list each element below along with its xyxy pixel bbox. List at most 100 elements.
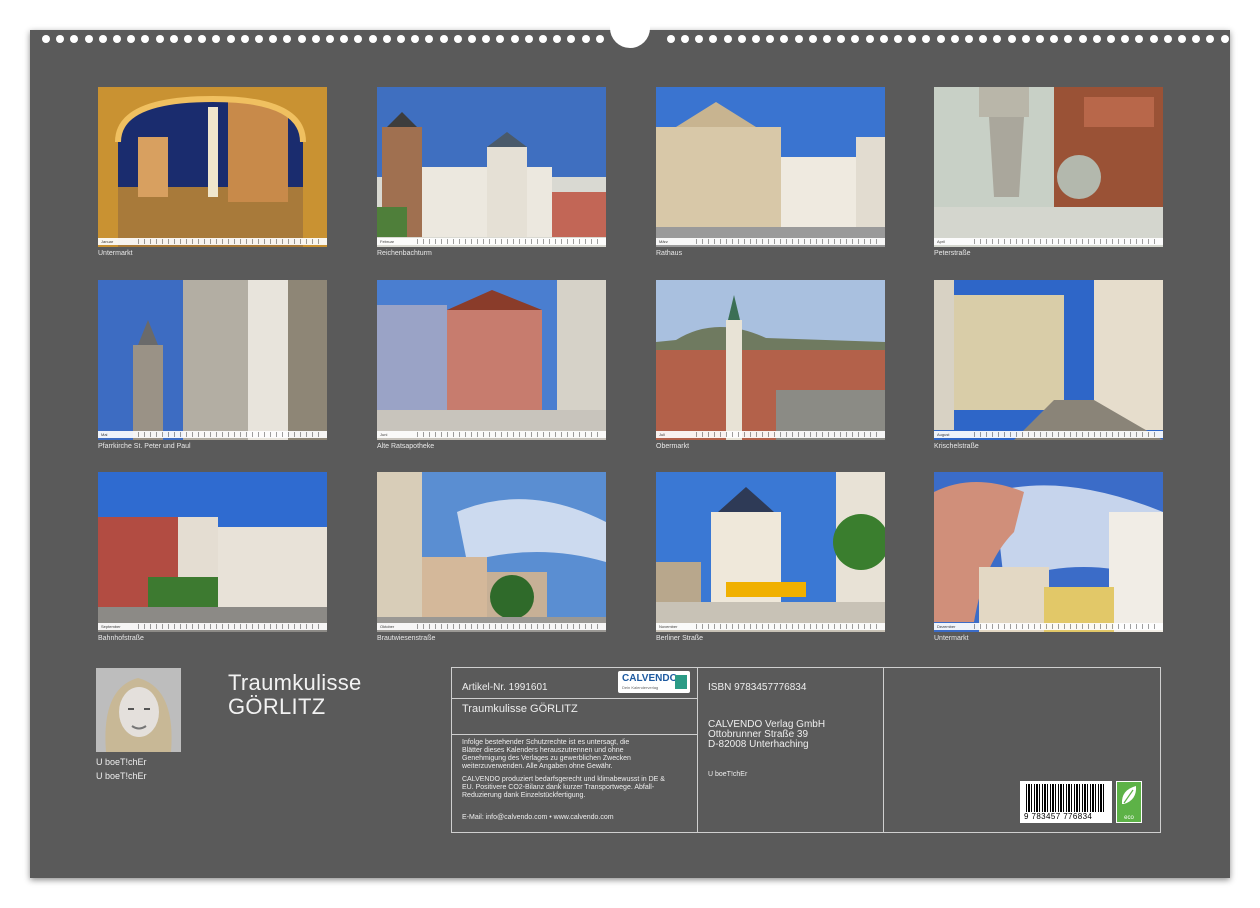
binding-hole	[1178, 35, 1186, 43]
binding-hole	[979, 35, 988, 43]
binding-hole	[354, 35, 363, 43]
binding-hole	[823, 35, 831, 43]
binding-hole	[595, 35, 604, 43]
binding-hole	[510, 35, 519, 43]
photo-pfarrkirche: Mai	[98, 280, 327, 440]
binding-hole	[184, 35, 192, 43]
binding-hole	[709, 35, 718, 43]
binding-hole	[1007, 35, 1016, 43]
binding-hole	[922, 35, 931, 43]
binding-hole	[908, 35, 917, 43]
photo-bahnhofstrasse: September	[98, 472, 327, 632]
binding-hole	[283, 35, 292, 43]
author-portrait	[96, 668, 181, 752]
binding-hole	[879, 35, 888, 43]
binding-hole	[155, 35, 164, 43]
photo-rathaus: März	[656, 87, 885, 247]
binding-hole	[567, 35, 576, 43]
binding-hole	[1078, 35, 1087, 43]
binding-hole	[894, 35, 902, 43]
binding-hole	[113, 35, 121, 43]
binding-hole	[666, 35, 675, 43]
binding-hole	[425, 35, 434, 43]
binding-hole	[397, 35, 405, 43]
publisher-address: CALVENDO Verlag GmbH Ottobrunner Straße …	[708, 719, 826, 750]
caption-pfarrkirche: Pfarrkirche St. Peter und Paul	[98, 443, 191, 450]
calendar-title: Traumkulisse	[228, 670, 362, 695]
product-info-box: Artikel-Nr. 1991601 CALVENDO Dein Kalend…	[451, 667, 1161, 833]
caption-rathaus: Rathaus	[656, 250, 683, 257]
author-small: U boeT!chEr	[708, 771, 748, 778]
binding-hole	[1220, 35, 1229, 43]
binding-hole	[1135, 35, 1144, 43]
isbn: ISBN 9783457776834	[708, 682, 807, 693]
binding-hole	[496, 35, 505, 43]
binding-hole	[1064, 35, 1073, 43]
binding-hole	[382, 35, 391, 43]
photo-alte-ratsapotheke: Juni	[377, 280, 606, 440]
caption-krischelstrasse: Krischelstraße	[934, 443, 979, 450]
binding-hole	[794, 35, 803, 43]
caption-untermarkt: Untermarkt	[98, 250, 133, 257]
binding-hole	[1021, 35, 1030, 43]
caption-untermarkt-2: Untermarkt	[934, 635, 969, 642]
binding-hole	[993, 35, 1002, 43]
binding-hole	[581, 35, 590, 43]
binding-hole	[141, 35, 150, 43]
binding-hole	[212, 35, 221, 43]
binding-hole	[524, 35, 533, 43]
binding-hole	[737, 35, 746, 43]
caption-berliner-strasse: Berliner Straße	[656, 635, 704, 642]
binding-hole	[936, 35, 945, 43]
photo-brautwiesenstrasse: Oktober	[377, 472, 606, 632]
caption-reichenbachturm: Reichenbachturm	[377, 250, 432, 257]
binding-hole	[1121, 35, 1130, 43]
author-name-secondary: U boeT!chEr	[96, 771, 147, 781]
caption-bahnhofstrasse: Bahnhofstraße	[98, 635, 144, 642]
binding-hole	[326, 35, 334, 43]
binding-hole	[311, 35, 320, 43]
binding-hole	[226, 35, 235, 43]
binding-hole	[368, 35, 377, 43]
binding-hole	[1050, 35, 1059, 43]
binding-hole	[723, 35, 732, 43]
caption-alte-ratsapotheke: Alte Ratsapotheke	[377, 443, 435, 450]
binding-hole	[780, 35, 789, 43]
binding-hole	[965, 35, 973, 43]
binding-hole	[70, 35, 79, 43]
binding-hole	[1036, 35, 1044, 43]
binding-hole	[553, 35, 562, 43]
caption-peterstrasse: Peterstraße	[934, 250, 971, 257]
caption-obermarkt: Obermarkt	[656, 443, 690, 450]
author-name: U boeT!chEr	[96, 757, 147, 767]
calendar-subtitle: GÖRLITZ	[228, 694, 326, 719]
binding-hole	[950, 35, 959, 43]
binding-hole	[169, 35, 178, 43]
binding-hole	[84, 35, 93, 43]
photo-untermarkt-arch: Januar	[98, 87, 327, 247]
binding-hole	[851, 35, 860, 43]
binding-hole	[98, 35, 107, 43]
binding-hole	[808, 35, 817, 43]
binding-hole	[255, 35, 263, 43]
photo-reichenbachturm: Februar	[377, 87, 606, 247]
photo-obermarkt: Juli	[656, 280, 885, 440]
leaf-icon	[1121, 786, 1137, 804]
binding-hole	[1107, 35, 1115, 43]
binding-hole	[240, 35, 249, 43]
product-title: Traumkulisse GÖRLITZ	[462, 703, 578, 715]
article-number: Artikel-Nr. 1991601	[462, 682, 548, 693]
barcode: 9 783457 776834	[1020, 781, 1112, 823]
binding-hole	[127, 35, 136, 43]
calvendo-logo: CALVENDO Dein Kalenderverlag	[618, 671, 690, 693]
binding-hole	[340, 35, 349, 43]
binding-hole	[411, 35, 420, 43]
binding-hole	[681, 35, 689, 43]
binding-hole	[539, 35, 547, 43]
binding-hole	[56, 35, 65, 43]
binding-hole	[766, 35, 775, 43]
photo-peterstrasse: April	[934, 87, 1163, 247]
binding-hole	[453, 35, 462, 43]
binding-hole	[1192, 35, 1201, 43]
binding-hole	[269, 35, 278, 43]
